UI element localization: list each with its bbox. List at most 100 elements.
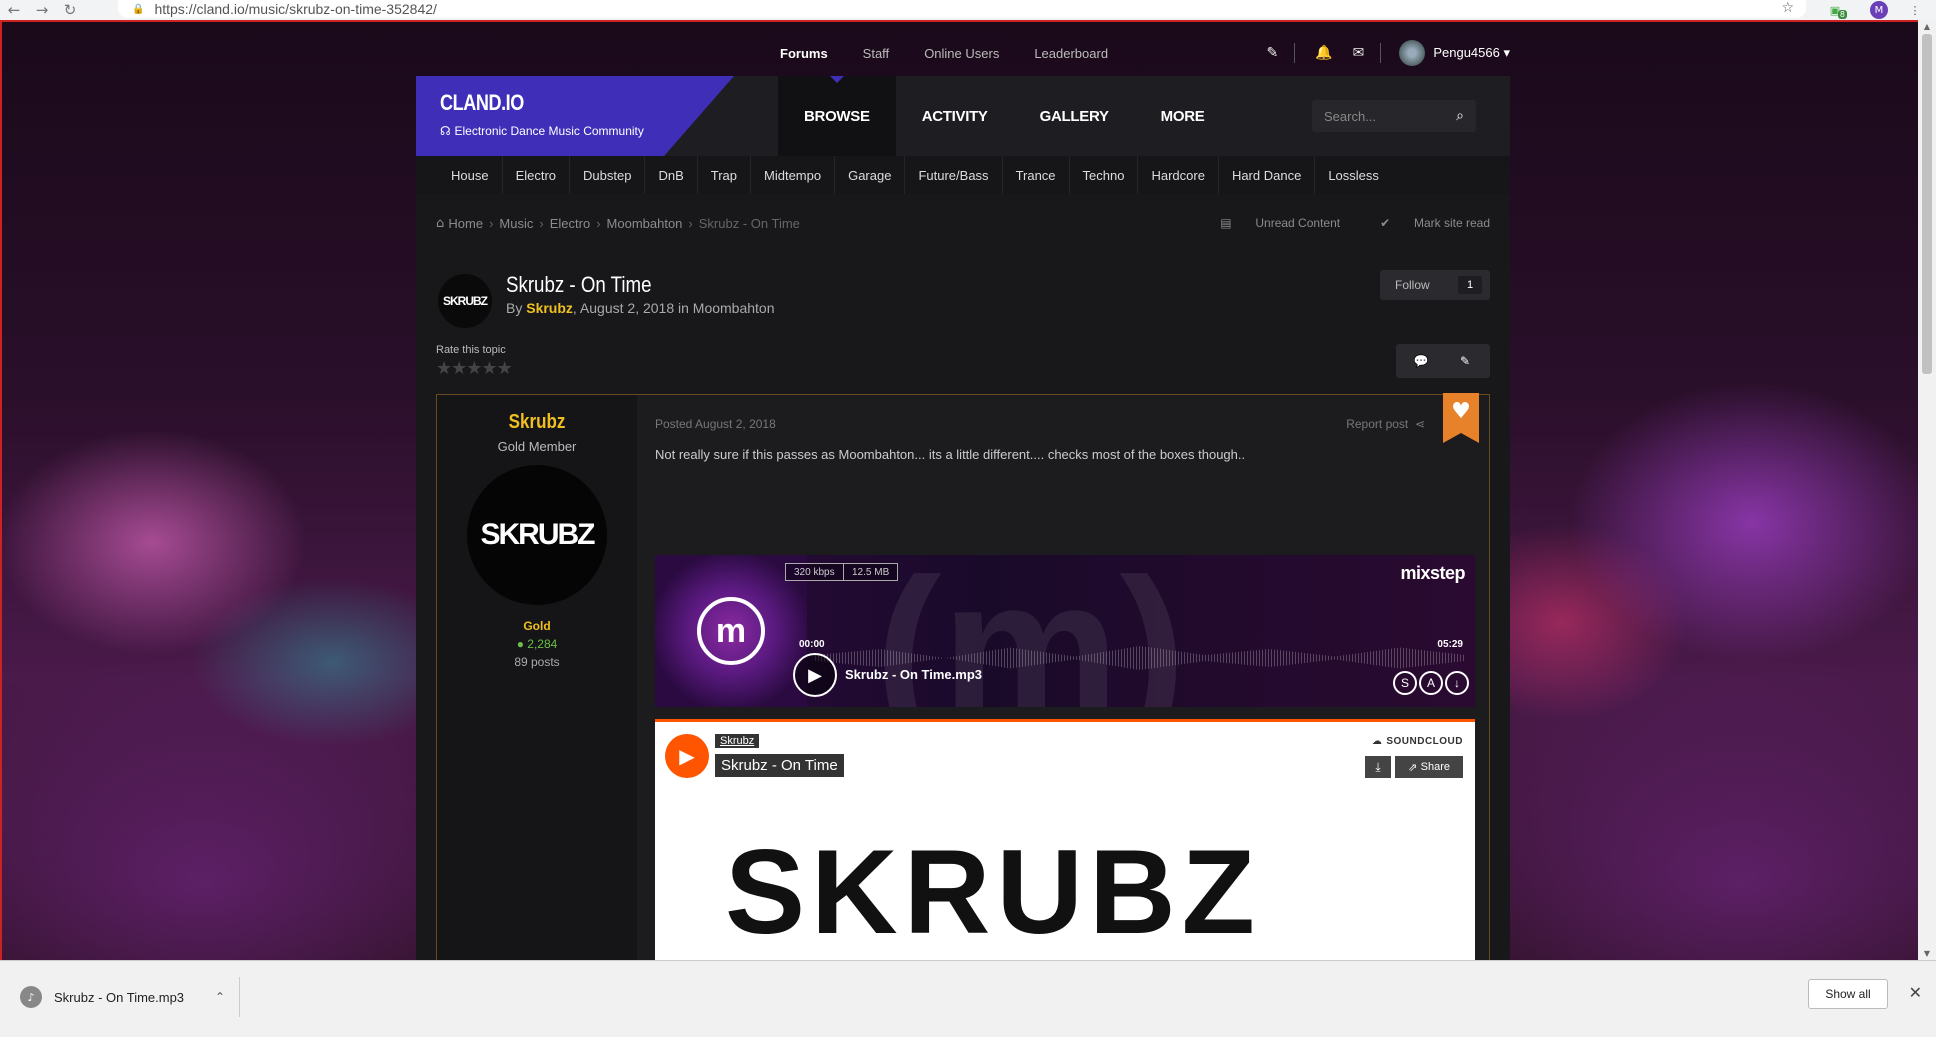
genre-house[interactable]: House bbox=[438, 156, 503, 194]
mixstep-control-s[interactable]: S bbox=[1393, 671, 1417, 695]
util-link-staff[interactable]: Staff bbox=[863, 46, 890, 61]
search-icon[interactable]: ⌕ bbox=[1456, 108, 1464, 124]
menu-kebab-icon[interactable]: ⋮ bbox=[1906, 1, 1924, 19]
soundcloud-embed: ▶ Skrubz Skrubz - On Time ☁ SOUNDCLOUD ⤓… bbox=[655, 719, 1475, 969]
breadcrumb-sep: › bbox=[539, 216, 544, 231]
topic-author-avatar[interactable]: SKRUBZ bbox=[438, 274, 492, 328]
utility-nav: Forums Staff Online Users Leaderboard ✎ … bbox=[416, 32, 1510, 74]
post-author-rank: Gold Member bbox=[497, 439, 577, 454]
topic-by: By bbox=[506, 300, 527, 316]
util-link-forums[interactable]: Forums bbox=[780, 46, 828, 61]
genre-midtempo[interactable]: Midtempo bbox=[751, 156, 836, 194]
follow-button[interactable]: Follow 1 bbox=[1380, 270, 1490, 300]
brand-title: CLAND.IO bbox=[440, 90, 524, 115]
mark-site-read-link[interactable]: ✔ Mark site read bbox=[1360, 216, 1490, 230]
scroll-up-icon[interactable]: ▲ bbox=[1918, 22, 1936, 31]
share-icon[interactable]: ⋖ bbox=[1415, 417, 1425, 431]
genre-trance[interactable]: Trance bbox=[1003, 156, 1070, 194]
nav-gallery[interactable]: GALLERY bbox=[1014, 76, 1135, 156]
home-icon: ⌂ bbox=[436, 216, 449, 231]
soundcloud-share-button[interactable]: ⇗ Share bbox=[1395, 756, 1463, 778]
nav-browse[interactable]: BROWSE bbox=[778, 76, 896, 156]
user-menu[interactable]: Pengu4566 ▾ bbox=[1433, 45, 1510, 61]
breadcrumb-current: Skrubz - On Time bbox=[698, 216, 800, 231]
star-icon[interactable]: ★ bbox=[436, 358, 452, 379]
star-icon[interactable]: ★ bbox=[481, 358, 497, 379]
brand-logo[interactable]: CLAND.IO ☊ Electronic Dance Music Commun… bbox=[416, 76, 734, 156]
util-link-online-users[interactable]: Online Users bbox=[924, 46, 999, 61]
breadcrumb-moombahton[interactable]: Moombahton bbox=[607, 216, 683, 231]
bookmark-star-icon[interactable]: ☆ bbox=[1781, 0, 1794, 16]
nav-activity[interactable]: ACTIVITY bbox=[896, 76, 1014, 156]
soundcloud-title[interactable]: Skrubz - On Time bbox=[715, 754, 844, 777]
rss-icon: ▤ bbox=[1220, 216, 1236, 230]
star-icon[interactable]: ★ bbox=[451, 358, 467, 379]
genre-garage[interactable]: Garage bbox=[835, 156, 906, 194]
genre-trap[interactable]: Trap bbox=[698, 156, 752, 194]
post-body: Not really sure if this passes as Moomba… bbox=[655, 447, 1246, 462]
breadcrumb-sep: › bbox=[596, 216, 601, 231]
mixstep-control-a[interactable]: A bbox=[1419, 671, 1443, 695]
reload-icon[interactable]: ↻ bbox=[56, 0, 84, 20]
download-item[interactable]: ♪ Skrubz - On Time.mp3 ⌃ bbox=[20, 977, 240, 1017]
edit-button[interactable]: ✎ bbox=[1440, 344, 1490, 378]
soundcloud-user[interactable]: Skrubz bbox=[715, 734, 760, 748]
genre-hardcore[interactable]: Hardcore bbox=[1138, 156, 1219, 194]
star-icon[interactable]: ★ bbox=[497, 358, 513, 379]
main-content: ⌂ Home › Music › Electro › Moombahton › Skru… bbox=[416, 194, 1510, 969]
envelope-icon[interactable]: ✉ bbox=[1353, 45, 1365, 61]
topic-author-link[interactable]: Skrubz bbox=[526, 300, 573, 316]
profile-avatar[interactable]: M bbox=[1870, 1, 1888, 19]
genre-lossless[interactable]: Lossless bbox=[1315, 156, 1392, 194]
post-author-reputation: ● 2,284 bbox=[516, 637, 558, 651]
soundcloud-brand[interactable]: ☁ SOUNDCLOUD bbox=[1372, 736, 1463, 747]
reply-button[interactable]: 💬 bbox=[1396, 344, 1446, 378]
bell-icon[interactable]: 🔔 bbox=[1315, 45, 1332, 61]
topic-meta: By Skrubz, August 2, 2018 in Moombahton bbox=[506, 300, 775, 316]
show-all-button[interactable]: Show all bbox=[1808, 979, 1888, 1009]
search-input[interactable]: Search... ⌕ bbox=[1312, 100, 1476, 132]
nav-more[interactable]: MORE bbox=[1135, 76, 1231, 156]
scroll-down-icon[interactable]: ▼ bbox=[1918, 949, 1936, 958]
soundcloud-play-icon[interactable]: ▶ bbox=[665, 734, 709, 778]
genre-dubstep[interactable]: Dubstep bbox=[570, 156, 646, 194]
pencil-icon[interactable]: ✎ bbox=[1266, 45, 1278, 61]
report-post-link[interactable]: Report post ⋖ bbox=[1346, 417, 1425, 431]
download-icon[interactable]: ↓ bbox=[1445, 671, 1469, 695]
user-avatar[interactable] bbox=[1399, 40, 1426, 66]
genre-electro[interactable]: Electro bbox=[503, 156, 571, 194]
lock-icon: 🔒 bbox=[132, 3, 145, 15]
address-bar[interactable]: 🔒 https://cland.io/music/skrubz-on-time-… bbox=[118, 0, 1806, 18]
breadcrumb-music[interactable]: Music bbox=[499, 216, 533, 231]
breadcrumb-electro[interactable]: Electro bbox=[550, 216, 590, 231]
scrollbar-thumb[interactable] bbox=[1922, 34, 1932, 374]
heart-icon[interactable]: ♥ bbox=[1443, 393, 1479, 443]
post-author-name[interactable]: Skrubz bbox=[452, 411, 622, 434]
close-icon[interactable]: ✕ bbox=[1909, 983, 1922, 1002]
genre-dnb[interactable]: DnB bbox=[645, 156, 698, 194]
forward-icon[interactable]: → bbox=[28, 0, 56, 20]
genre-techno[interactable]: Techno bbox=[1070, 156, 1139, 194]
util-link-leaderboard[interactable]: Leaderboard bbox=[1034, 46, 1108, 61]
genre-future-bass[interactable]: Future/Bass bbox=[905, 156, 1003, 194]
extension-icon[interactable]: ▣ 8 bbox=[1826, 1, 1847, 19]
rating-stars[interactable]: ★★★★★ bbox=[436, 358, 513, 379]
mixstep-brand[interactable]: mixstep bbox=[1400, 563, 1465, 584]
headphones-icon: ☊ bbox=[440, 124, 455, 138]
scrollbar[interactable]: ▲ ▼ bbox=[1918, 20, 1936, 960]
post-author-avatar[interactable]: SKRUBZ bbox=[467, 465, 607, 605]
soundcloud-brand-label: SOUNDCLOUD bbox=[1386, 736, 1463, 747]
pencil-icon: ✎ bbox=[1459, 354, 1471, 368]
star-icon[interactable]: ★ bbox=[466, 358, 482, 379]
chevron-up-icon[interactable]: ⌃ bbox=[215, 990, 225, 1004]
post-date: Posted August 2, 2018 bbox=[655, 417, 776, 431]
post-author-panel: Skrubz Gold Member SKRUBZ Gold ● 2,284 8… bbox=[437, 395, 637, 963]
browser-toolbar: ← → ↻ 🔒 https://cland.io/music/skrubz-on… bbox=[0, 0, 1936, 20]
unread-content-link[interactable]: ▤ Unread Content bbox=[1200, 216, 1340, 230]
breadcrumb-home[interactable]: Home bbox=[448, 216, 483, 231]
soundcloud-download-icon[interactable]: ⤓ bbox=[1365, 756, 1391, 778]
play-icon[interactable]: ▶ bbox=[793, 653, 837, 697]
report-post-label: Report post bbox=[1346, 417, 1409, 431]
genre-hard-dance[interactable]: Hard Dance bbox=[1219, 156, 1316, 194]
back-icon[interactable]: ← bbox=[0, 0, 28, 20]
